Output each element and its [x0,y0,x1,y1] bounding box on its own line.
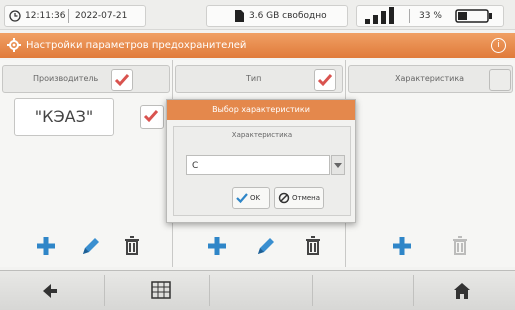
select-dropdown-button[interactable] [331,155,345,175]
characteristic-header-label: Характеристика [395,74,465,83]
cancel-button[interactable]: Отмена [274,187,324,209]
plus-icon [393,237,411,255]
divider [312,275,313,306]
back-icon [43,284,57,298]
datetime-display: 12:11:36 2022-07-21 [4,5,146,27]
plus-icon [37,237,55,255]
type-checkbox[interactable] [314,69,336,91]
title-bar: Настройки параметров предохранителей i [0,33,515,58]
characteristic-field-label: Характеристика [231,131,293,139]
storage-display: 3.6 GB свободно [206,5,348,27]
chevron-down-icon [334,163,342,168]
delete-button[interactable] [118,232,146,260]
back-button[interactable] [0,271,104,310]
home-icon [454,283,470,299]
calendar-grid-icon [151,281,171,299]
edit-button[interactable] [76,232,104,260]
type-header-label: Тип [246,74,262,83]
dialog-body: Характеристика C OK Отмена [173,126,351,216]
divider [209,275,210,306]
screen: 12:11:36 2022-07-21 3.6 GB свободно 33 %… [0,0,515,310]
home-button[interactable] [414,271,515,310]
battery-text: 33 % [419,11,442,21]
dialog-title: Выбор характеристики [167,100,355,120]
status-bar: 12:11:36 2022-07-21 3.6 GB свободно 33 % [0,0,515,30]
manufacturer-value-cell[interactable]: "КЭАЗ" [14,98,114,136]
trash-icon [125,236,139,255]
check-icon [236,193,248,204]
edit-button[interactable] [251,232,279,260]
delete-button[interactable] [299,232,327,260]
page-title: Настройки параметров предохранителей [26,40,247,51]
manufacturer-checkbox[interactable] [111,69,133,91]
time-text: 12:11:36 [25,11,66,21]
trash-icon [453,236,467,255]
check-icon [317,74,333,87]
characteristic-column: Характеристика [346,60,515,267]
pencil-icon [83,238,99,254]
table-view-button[interactable] [105,271,209,310]
gear-icon [7,38,21,52]
cancel-label: Отмена [292,194,321,202]
date-text: 2022-07-21 [75,11,128,21]
add-button[interactable] [388,232,416,260]
ok-label: OK [250,194,261,202]
clock-icon [9,10,21,22]
type-header[interactable]: Тип [175,65,343,93]
check-icon [114,74,130,87]
trash-icon [306,236,320,255]
characteristic-select[interactable]: C [186,155,330,175]
signal-icon [365,7,394,24]
ok-button[interactable]: OK [232,187,270,209]
plus-icon [208,237,226,255]
add-button[interactable] [203,232,231,260]
info-icon[interactable]: i [491,38,506,53]
signal-battery-display: 33 % [356,5,504,27]
add-button[interactable] [32,232,60,260]
manufacturer-column: Производитель "КЭАЗ" [0,60,173,267]
characteristic-checkbox[interactable] [489,69,511,91]
check-icon [143,110,159,123]
storage-text: 3.6 GB свободно [249,11,327,21]
manufacturer-header-label: Производитель [33,74,99,83]
characteristic-header[interactable]: Характеристика [348,65,513,93]
delete-button [446,232,474,260]
characteristic-dialog: Выбор характеристики Характеристика C OK… [166,99,356,223]
sd-card-icon [235,10,244,22]
bottom-nav-bar [0,270,515,310]
manufacturer-value-checkbox[interactable] [140,105,164,129]
cancel-icon [278,192,290,204]
battery-icon [455,9,492,23]
pencil-icon [258,238,274,254]
manufacturer-header[interactable]: Производитель [2,65,170,93]
